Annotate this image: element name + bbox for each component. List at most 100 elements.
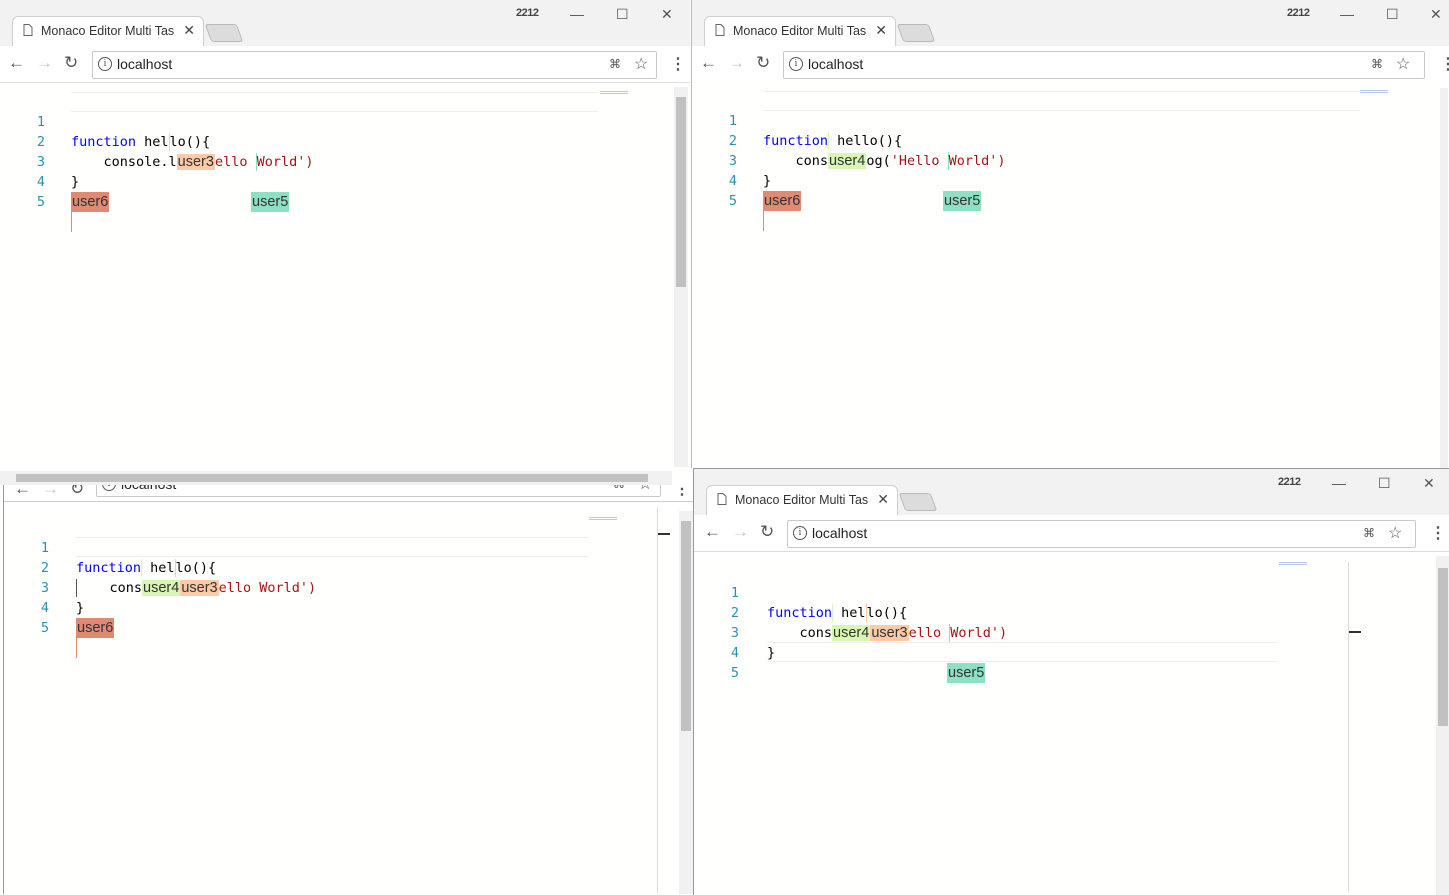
code-line-5: 5 (0, 172, 72, 232)
code-text: } (767, 645, 776, 661)
code-line-5: 5 (694, 643, 743, 681)
code-text: ') (299, 580, 317, 596)
star-icon[interactable]: ☆ (1396, 54, 1410, 74)
close-window-icon[interactable]: ✕ (1430, 6, 1442, 23)
code-text: cons (767, 625, 833, 641)
minimap (600, 91, 628, 97)
forward-arrow-icon[interactable]: → (728, 53, 745, 73)
scroll-thumb[interactable] (676, 97, 686, 287)
new-tab-button[interactable] (896, 24, 936, 42)
info-icon[interactable]: i (793, 526, 807, 540)
browser-tab[interactable]: Monaco Editor Multi Tas ✕ (12, 16, 204, 47)
forward-arrow-icon[interactable]: → (42, 485, 59, 499)
close-icon[interactable]: ✕ (183, 22, 195, 39)
minimize-icon[interactable]: — (1340, 6, 1354, 22)
minimize-icon[interactable]: — (570, 6, 584, 22)
url-text: localhost (117, 56, 173, 72)
user-cursor-label: user4 (142, 580, 181, 596)
vertical-scrollbar[interactable] (1436, 556, 1449, 895)
code-line-2: 2 consuser4og('Hello World') (692, 111, 1006, 170)
code-text: ') (989, 153, 1006, 169)
code-editor[interactable]: 1 function hello(){ 2 consuser4 user3ello… (4, 507, 693, 894)
code-text: ') (297, 154, 314, 170)
back-arrow-icon[interactable]: ← (700, 53, 717, 73)
horizontal-scrollbar[interactable] (0, 471, 672, 485)
star-icon[interactable]: ☆ (1388, 523, 1402, 543)
user-cursor-label: user3 (870, 625, 909, 641)
current-line-highlight (767, 642, 1277, 662)
code-line-3: 3 } user5 (0, 132, 290, 212)
close-window-icon[interactable]: ✕ (661, 6, 673, 23)
code-line-1: 1 function hello(){ (694, 563, 907, 622)
maximize-icon[interactable]: ☐ (1378, 475, 1391, 492)
reload-icon[interactable]: ↻ (760, 522, 774, 542)
menu-icon[interactable]: ⋮ (1430, 523, 1446, 543)
menu-icon[interactable]: ⋮ (1440, 54, 1449, 74)
reload-icon[interactable]: ↻ (64, 53, 78, 73)
current-line-highlight (71, 92, 598, 112)
scroll-thumb[interactable] (16, 474, 648, 482)
code-text: cons (77, 580, 143, 596)
info-icon[interactable]: i (98, 57, 112, 71)
vertical-scrollbar[interactable] (1440, 88, 1448, 468)
vertical-scrollbar[interactable] (674, 87, 688, 467)
line-number: 5 (40, 620, 49, 636)
reload-icon[interactable]: ↻ (756, 53, 770, 73)
code-editor[interactable]: 1 function hello(){ 2 console.luser3ello… (0, 83, 690, 485)
code-editor[interactable]: 1 function hello(){ 2 consuser4og('Hello… (692, 82, 1449, 468)
keyword: function (763, 133, 829, 149)
forward-arrow-icon[interactable]: → (732, 522, 749, 542)
close-window-icon[interactable]: ✕ (1423, 475, 1435, 492)
browser-window-top-right: Monaco Editor Multi Tas ✕ 2212 — ☐ ✕ ← →… (691, 0, 1449, 468)
user-cursor-label: user6 (763, 191, 802, 211)
code-editor[interactable]: 1 function hello(){ 2 consuser4 user3ello… (694, 552, 1449, 895)
reload-icon[interactable]: ↻ (70, 485, 84, 499)
maximize-icon[interactable]: ☐ (616, 6, 629, 23)
window-badge: 2212 (516, 7, 539, 19)
overview-ruler-marker (658, 533, 670, 535)
address-bar[interactable]: i localhost ⌘ ☆ (92, 51, 657, 79)
line-number: 5 (730, 665, 739, 681)
user-cursor-label: user5 (943, 191, 982, 211)
code-line-4: 4 user6 (0, 152, 110, 212)
address-bar[interactable]: i localhost ⌘ ☆ (787, 520, 1416, 548)
scroll-thumb[interactable] (681, 521, 691, 731)
info-icon[interactable]: i (789, 57, 803, 71)
toolbar: ← → ↻ i localhost ⌘ ☆ ⋮ (692, 46, 1449, 83)
translate-icon[interactable]: ⌘ (1363, 526, 1375, 540)
user-cursor-label: user5 (947, 663, 986, 683)
code-text: console.l (71, 154, 177, 170)
star-icon[interactable]: ☆ (634, 54, 648, 74)
back-arrow-icon[interactable]: ← (8, 53, 25, 73)
address-bar[interactable]: i localhost ⌘ ☆ (783, 51, 1425, 79)
menu-icon[interactable]: ⋮ (674, 485, 690, 499)
translate-icon[interactable]: ⌘ (609, 57, 621, 71)
close-icon[interactable]: ✕ (875, 22, 887, 39)
new-tab-button[interactable] (204, 24, 244, 42)
window-badge: 2212 (1278, 476, 1301, 488)
code-text: hel (136, 134, 169, 150)
browser-tab[interactable]: Monaco Editor Multi Tas ✕ (704, 16, 896, 47)
string-literal: World (948, 153, 990, 169)
star-icon[interactable]: ☆ (638, 485, 652, 494)
back-arrow-icon[interactable]: ← (704, 522, 721, 542)
keyword: function (71, 134, 137, 150)
code-text: lo(){ (861, 133, 903, 149)
minimize-icon[interactable]: — (1332, 475, 1346, 491)
scroll-thumb[interactable] (1438, 568, 1448, 726)
back-arrow-icon[interactable]: ← (14, 485, 31, 499)
code-text: lo(){ (866, 605, 908, 621)
translate-icon[interactable]: ⌘ (1371, 57, 1383, 71)
close-icon[interactable]: ✕ (877, 491, 889, 508)
forward-arrow-icon[interactable]: → (36, 53, 53, 73)
info-icon[interactable]: i (102, 485, 116, 491)
new-tab-button[interactable] (898, 493, 938, 511)
maximize-icon[interactable]: ☐ (1386, 6, 1399, 23)
browser-tab[interactable]: Monaco Editor Multi Tas ✕ (706, 485, 898, 516)
user-cursor-label: user3 (180, 580, 219, 596)
vertical-scrollbar[interactable] (679, 511, 693, 894)
translate-icon[interactable]: ⌘ (613, 485, 625, 491)
menu-icon[interactable]: ⋮ (670, 54, 686, 74)
address-bar[interactable]: i localhost ⌘ ☆ (96, 485, 661, 497)
code-text: hel (829, 133, 862, 149)
